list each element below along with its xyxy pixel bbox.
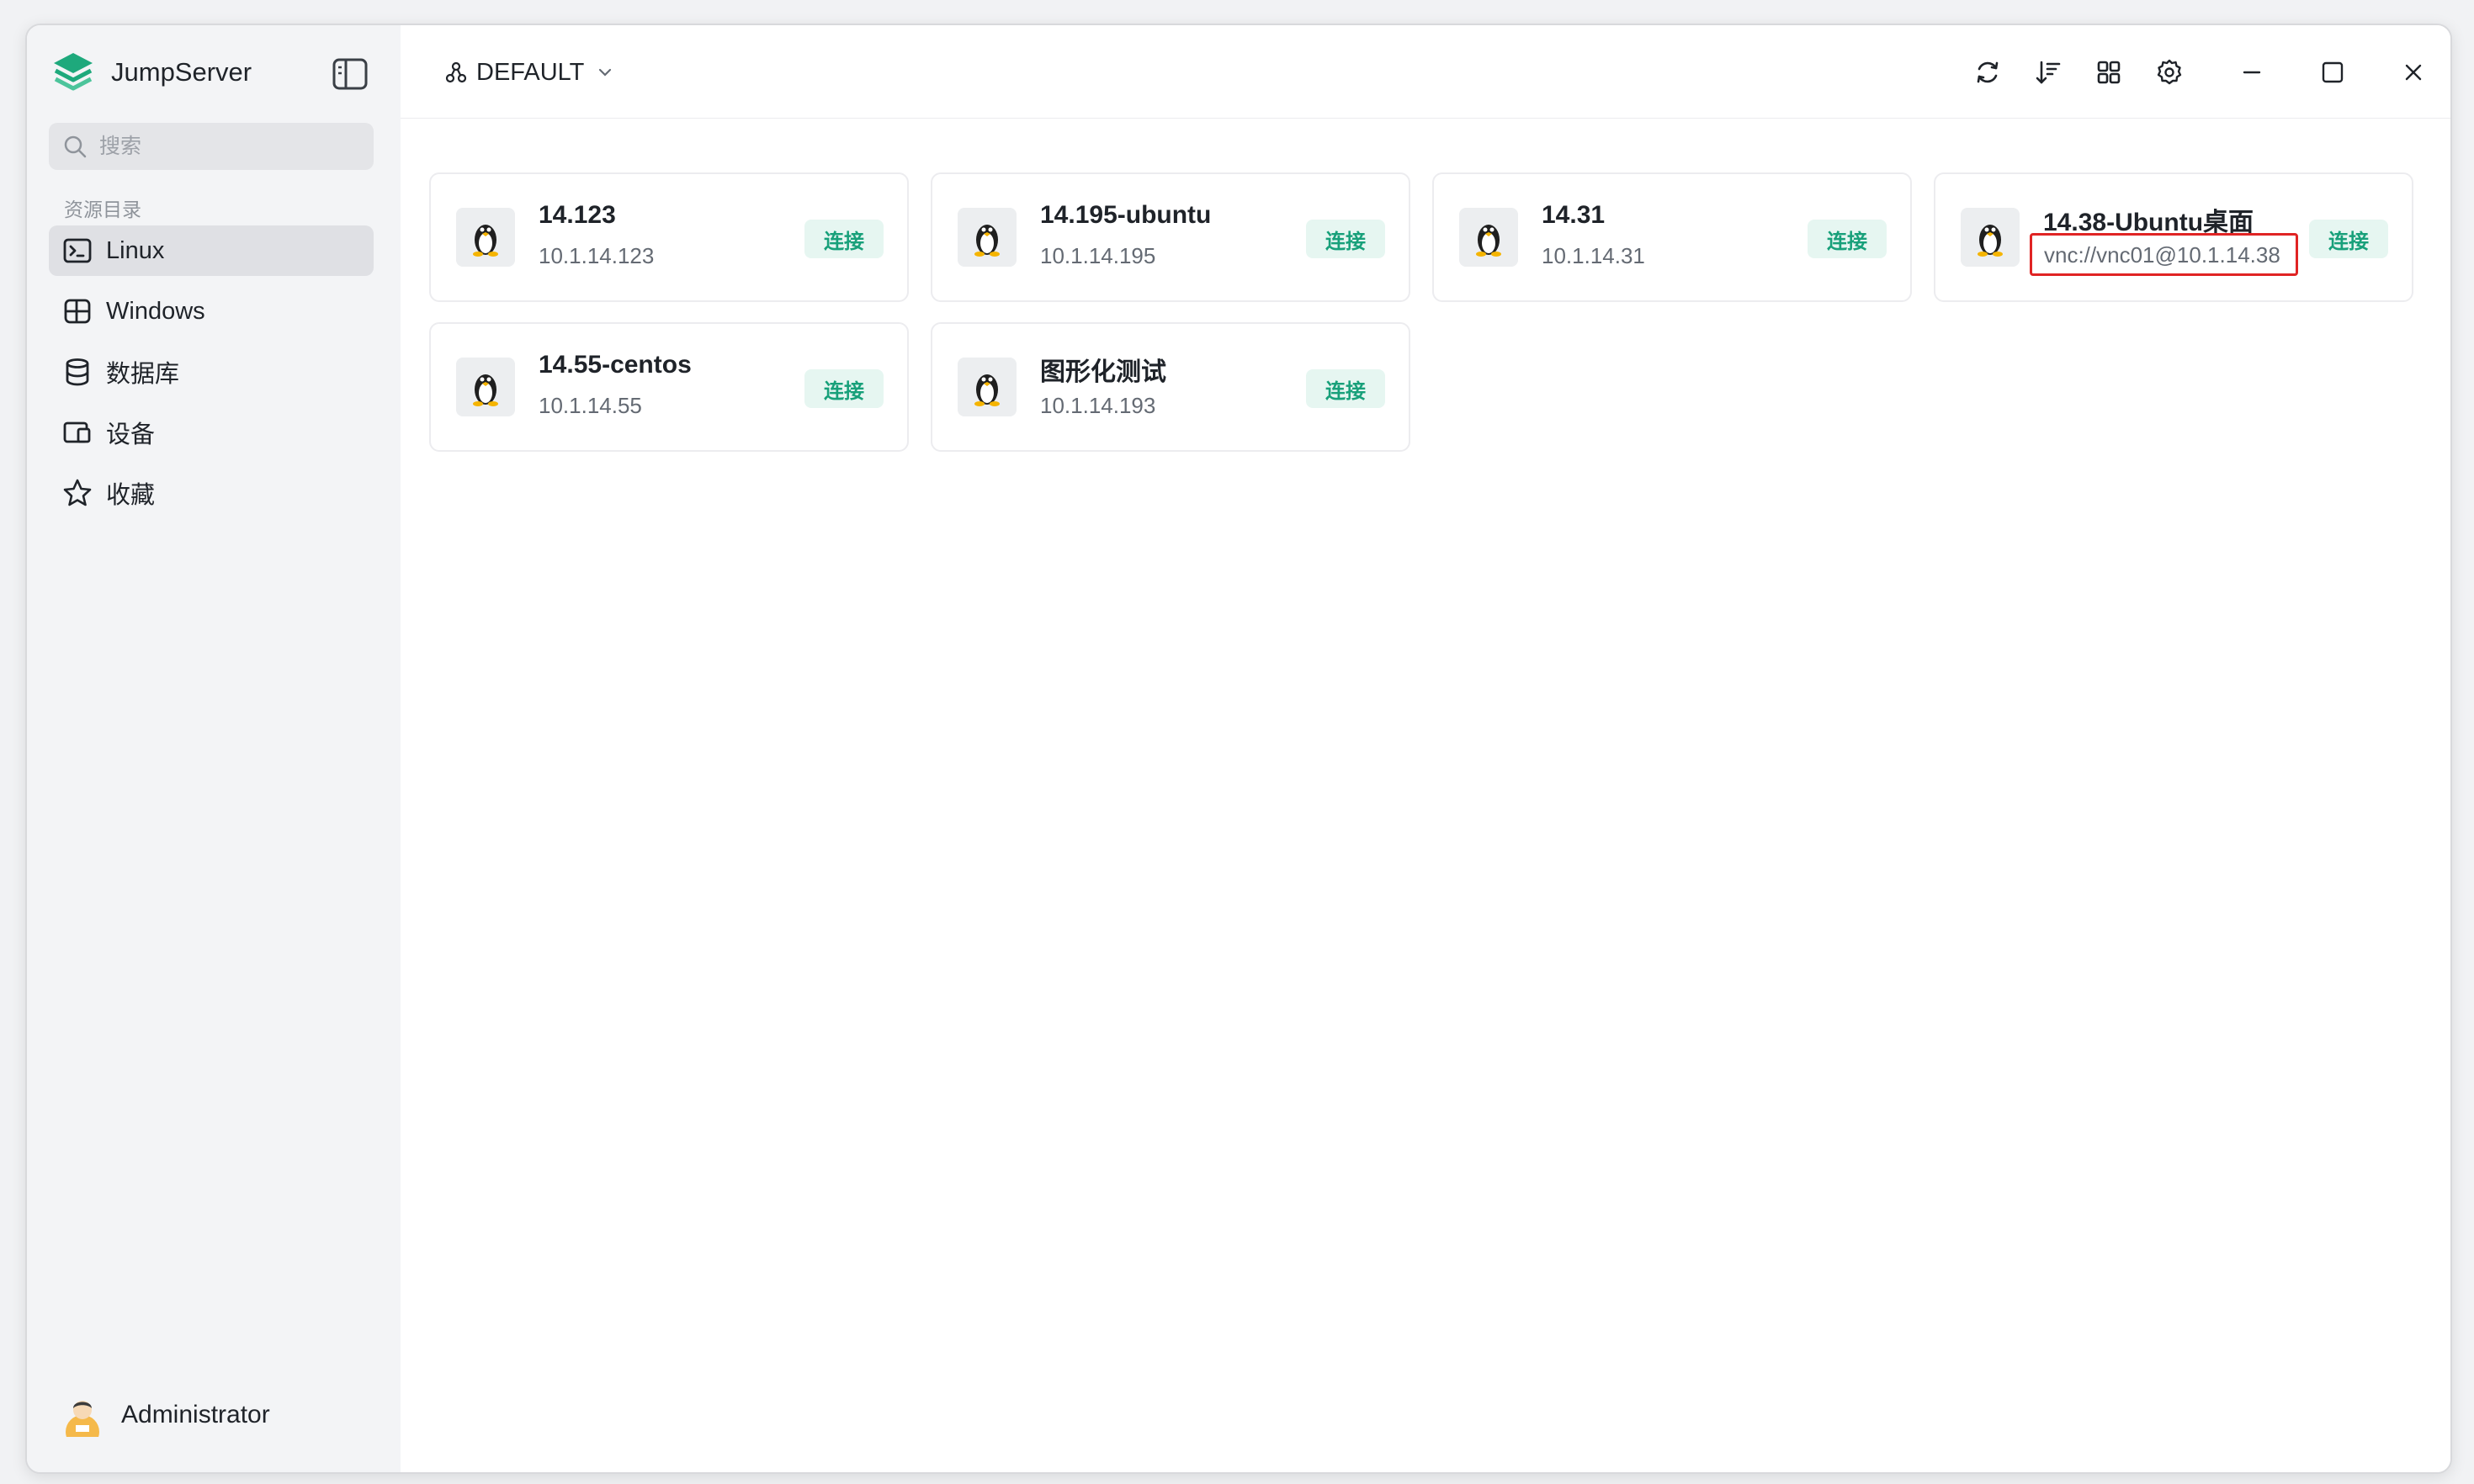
asset-address: 10.1.14.31 [1542, 243, 1645, 268]
sidebar-item-linux[interactable]: Linux [49, 225, 374, 276]
app-window: JumpServer 资源目录 [25, 24, 2452, 1474]
sidebar-item-label: Linux [106, 236, 165, 264]
linux-penguin-icon [473, 225, 498, 257]
linux-penguin-icon [1978, 225, 2003, 257]
database-icon [66, 358, 89, 386]
connect-button[interactable]: 连接 [1306, 220, 1385, 258]
linux-penguin-icon [473, 374, 498, 406]
asset-card[interactable]: 14.123 10.1.14.123 连接 [429, 172, 909, 302]
os-icon-wrapper [1961, 208, 2020, 267]
asset-card[interactable]: 图形化测试 10.1.14.193 连接 [931, 322, 1410, 452]
connect-button[interactable]: 连接 [804, 369, 884, 408]
refresh-button[interactable] [1966, 50, 2009, 94]
app-name: JumpServer [111, 57, 252, 87]
jumpserver-logo-icon [54, 53, 93, 91]
sidebar-item-label: Windows [106, 297, 205, 325]
maximize-button[interactable] [2311, 50, 2355, 94]
grid-view-button[interactable] [2087, 50, 2131, 94]
os-icon-wrapper [1459, 208, 1518, 267]
linux-penguin-icon [974, 374, 1000, 406]
search-icon [64, 135, 87, 158]
asset-address-highlighted: vnc://vnc01@10.1.14.38 [2030, 233, 2298, 276]
close-button[interactable] [2392, 50, 2435, 94]
search-input[interactable] [98, 133, 353, 160]
minimize-icon [2243, 71, 2261, 74]
sidebar-item-windows[interactable]: Windows [49, 286, 374, 337]
grid-view-icon [2097, 61, 2121, 84]
asset-name: 14.123 [539, 201, 616, 229]
user-name: Administrator [121, 1401, 270, 1428]
asset-address: 10.1.14.55 [539, 393, 642, 418]
os-icon-wrapper [958, 358, 1017, 416]
avatar [66, 1401, 99, 1437]
connect-button[interactable]: 连接 [1808, 220, 1887, 258]
maximize-icon [2322, 61, 2344, 83]
connect-button[interactable]: 连接 [2309, 220, 2388, 258]
sort-button[interactable] [2026, 50, 2070, 94]
asset-card[interactable]: 14.31 10.1.14.31 连接 [1432, 172, 1912, 302]
asset-address: 10.1.14.195 [1040, 243, 1156, 268]
header: DEFAULT [401, 25, 2450, 119]
os-icon-wrapper [456, 358, 515, 416]
windows-icon [64, 299, 91, 324]
asset-address: 10.1.14.123 [539, 243, 655, 268]
asset-name: 14.195-ubuntu [1040, 201, 1212, 229]
sidebar-toggle-icon [332, 58, 368, 90]
os-icon-wrapper [456, 208, 515, 267]
terminal-icon [63, 238, 92, 263]
asset-card[interactable]: 14.38-Ubuntu桌面 vnc://vnc01@10.1.14.38 连接 [1934, 172, 2413, 302]
section-label: 资源目录 [64, 199, 141, 220]
sidebar-item-database[interactable]: 数据库 [49, 347, 374, 397]
user-profile[interactable]: Administrator [61, 1390, 270, 1440]
asset-card[interactable]: 14.195-ubuntu 10.1.14.195 连接 [931, 172, 1410, 302]
search-box[interactable] [49, 123, 374, 170]
sort-icon [2036, 61, 2061, 84]
asset-name: 14.31 [1542, 201, 1606, 229]
asset-grid: 14.123 10.1.14.123 连接 14.195-ubuntu 10.1… [401, 119, 2450, 1472]
sidebar-item-favorites[interactable]: 收藏 [49, 468, 374, 518]
asset-address: 10.1.14.193 [1040, 393, 1156, 418]
os-icon-wrapper [958, 208, 1017, 267]
asset-name: 14.55-centos [539, 351, 692, 379]
asset-name: 图形化测试 [1040, 358, 1166, 386]
toolbar [401, 50, 2450, 94]
brand: JumpServer [49, 47, 252, 98]
sidebar-item-label: 收藏 [106, 482, 156, 509]
refresh-icon [1977, 61, 1999, 83]
asset-card[interactable]: 14.55-centos 10.1.14.55 连接 [429, 322, 909, 452]
close-icon [2405, 64, 2422, 81]
device-icon [63, 421, 91, 443]
sidebar-toggle-button[interactable] [332, 57, 369, 91]
sidebar-item-label: 数据库 [106, 361, 180, 388]
sidebar-item-label: 设备 [106, 421, 156, 448]
connect-button[interactable]: 连接 [1306, 369, 1385, 408]
linux-penguin-icon [974, 225, 1000, 257]
connect-button[interactable]: 连接 [804, 220, 884, 258]
settings-icon [2157, 59, 2182, 85]
linux-penguin-icon [1476, 225, 1501, 257]
star-icon [63, 479, 92, 506]
minimize-button[interactable] [2230, 50, 2274, 94]
sidebar: JumpServer 资源目录 [27, 25, 401, 1472]
sidebar-nav: Linux Windows 数据库 设备 收藏 [49, 225, 374, 528]
settings-button[interactable] [2147, 50, 2191, 94]
sidebar-item-device[interactable]: 设备 [49, 407, 374, 458]
